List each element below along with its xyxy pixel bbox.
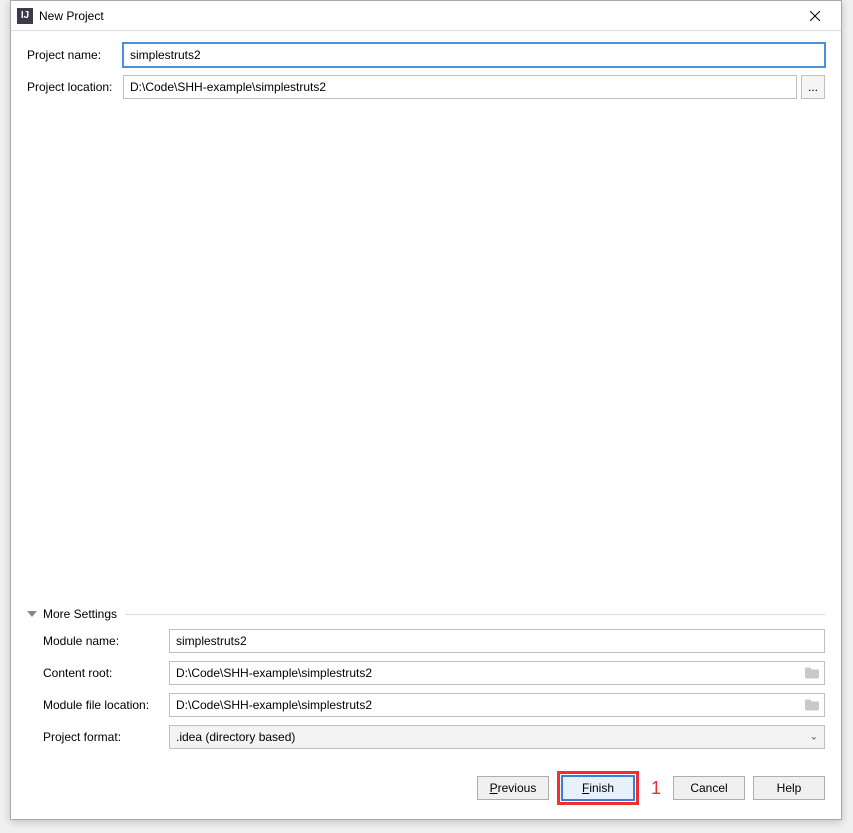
project-location-input[interactable] bbox=[123, 75, 797, 99]
content-root-input[interactable] bbox=[169, 661, 825, 685]
project-location-row: Project location: ... bbox=[27, 75, 825, 99]
more-settings-label: More Settings bbox=[43, 607, 117, 621]
project-name-label: Project name: bbox=[27, 48, 123, 62]
cancel-button[interactable]: Cancel bbox=[673, 776, 745, 800]
divider bbox=[125, 614, 825, 615]
app-icon: IJ bbox=[17, 8, 33, 24]
content-spacer bbox=[27, 107, 825, 607]
content-root-label: Content root: bbox=[43, 666, 169, 680]
content-root-row: Content root: bbox=[43, 661, 825, 685]
button-row: Previous Finish 1 Cancel Help bbox=[11, 761, 841, 819]
project-name-row: Project name: bbox=[27, 43, 825, 67]
dialog-content: Project name: Project location: ... More… bbox=[11, 31, 841, 761]
module-name-row: Module name: bbox=[43, 629, 825, 653]
module-name-input[interactable] bbox=[169, 629, 825, 653]
project-name-input[interactable] bbox=[123, 43, 825, 67]
more-settings-toggle[interactable]: More Settings bbox=[27, 607, 825, 621]
chevron-down-icon bbox=[27, 611, 37, 617]
module-name-label: Module name: bbox=[43, 634, 169, 648]
annotation-number-1: 1 bbox=[651, 778, 661, 799]
finish-button[interactable]: Finish bbox=[562, 776, 634, 800]
project-format-label: Project format: bbox=[43, 730, 169, 744]
browse-location-button[interactable]: ... bbox=[801, 75, 825, 99]
more-settings-body: Module name: Content root: Module file l… bbox=[27, 629, 825, 757]
help-button[interactable]: Help bbox=[753, 776, 825, 800]
finish-highlight-annotation: Finish bbox=[557, 771, 639, 805]
module-file-location-label: Module file location: bbox=[43, 698, 169, 712]
project-format-value: .idea (directory based) bbox=[176, 730, 295, 744]
module-file-location-input[interactable] bbox=[169, 693, 825, 717]
previous-button[interactable]: Previous bbox=[477, 776, 549, 800]
project-location-label: Project location: bbox=[27, 80, 123, 94]
chevron-down-icon: ⌄ bbox=[810, 732, 818, 743]
titlebar: IJ New Project bbox=[11, 1, 841, 31]
project-format-select[interactable]: .idea (directory based) ⌄ bbox=[169, 725, 825, 749]
close-icon[interactable] bbox=[795, 2, 835, 30]
window-title: New Project bbox=[39, 9, 104, 23]
module-file-location-row: Module file location: bbox=[43, 693, 825, 717]
project-format-row: Project format: .idea (directory based) … bbox=[43, 725, 825, 749]
new-project-dialog: IJ New Project Project name: Project loc… bbox=[10, 0, 842, 820]
